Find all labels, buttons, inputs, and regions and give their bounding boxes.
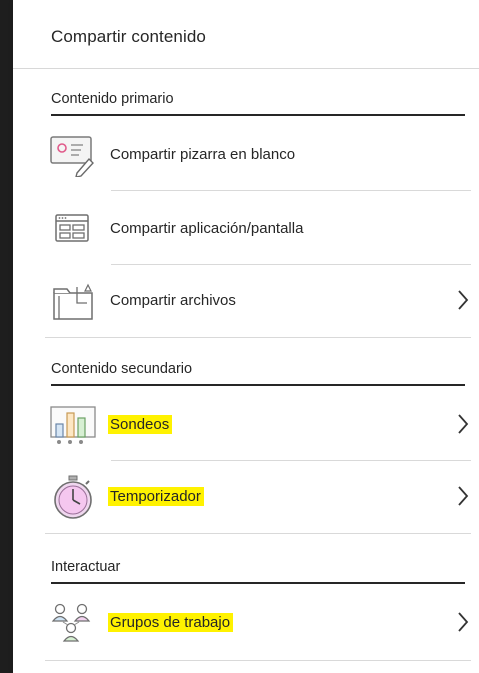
share-whiteboard-item[interactable]: Compartir pizarra en blanco: [45, 119, 471, 191]
polls-label: Sondeos: [108, 415, 173, 434]
section-heading-interact: Interactuar: [51, 558, 465, 584]
panel-header: Compartir contenido: [13, 0, 479, 69]
timer-item[interactable]: Temporizador: [45, 461, 471, 533]
share-files-label: Compartir archivos: [110, 292, 236, 309]
application-window-icon: [47, 207, 99, 251]
section-heading-secondary-content: Contenido secundario: [51, 360, 465, 386]
section-divider: [45, 337, 471, 338]
item-divider: [111, 190, 471, 191]
poll-chart-icon: [47, 403, 99, 447]
share-files-item[interactable]: Compartir archivos: [45, 265, 471, 337]
breakout-groups-label: Grupos de trabajo: [108, 613, 234, 632]
chevron-right-icon: [455, 287, 471, 313]
section-divider: [45, 533, 471, 534]
share-whiteboard-label: Compartir pizarra en blanco: [110, 146, 296, 163]
share-content-panel: Compartir contenido Contenido primario C…: [13, 0, 479, 673]
chevron-right-icon: [455, 411, 471, 437]
timer-label: Temporizador: [108, 487, 204, 506]
breakout-groups-icon: [47, 601, 99, 645]
section-divider: [45, 660, 471, 661]
folder-icon: [47, 279, 99, 323]
polls-item[interactable]: Sondeos: [45, 389, 471, 461]
left-edge-bar: [0, 0, 13, 673]
share-application-item[interactable]: Compartir aplicación/pantalla: [45, 193, 471, 265]
stopwatch-icon: [47, 475, 99, 519]
chevron-right-icon: [455, 609, 471, 635]
section-heading-primary-content: Contenido primario: [51, 90, 465, 116]
whiteboard-icon: [47, 133, 99, 178]
breakout-groups-item[interactable]: Grupos de trabajo: [45, 587, 471, 659]
panel-title: Compartir contenido: [51, 27, 206, 46]
chevron-right-icon: [455, 483, 471, 509]
share-application-label: Compartir aplicación/pantalla: [110, 220, 304, 237]
